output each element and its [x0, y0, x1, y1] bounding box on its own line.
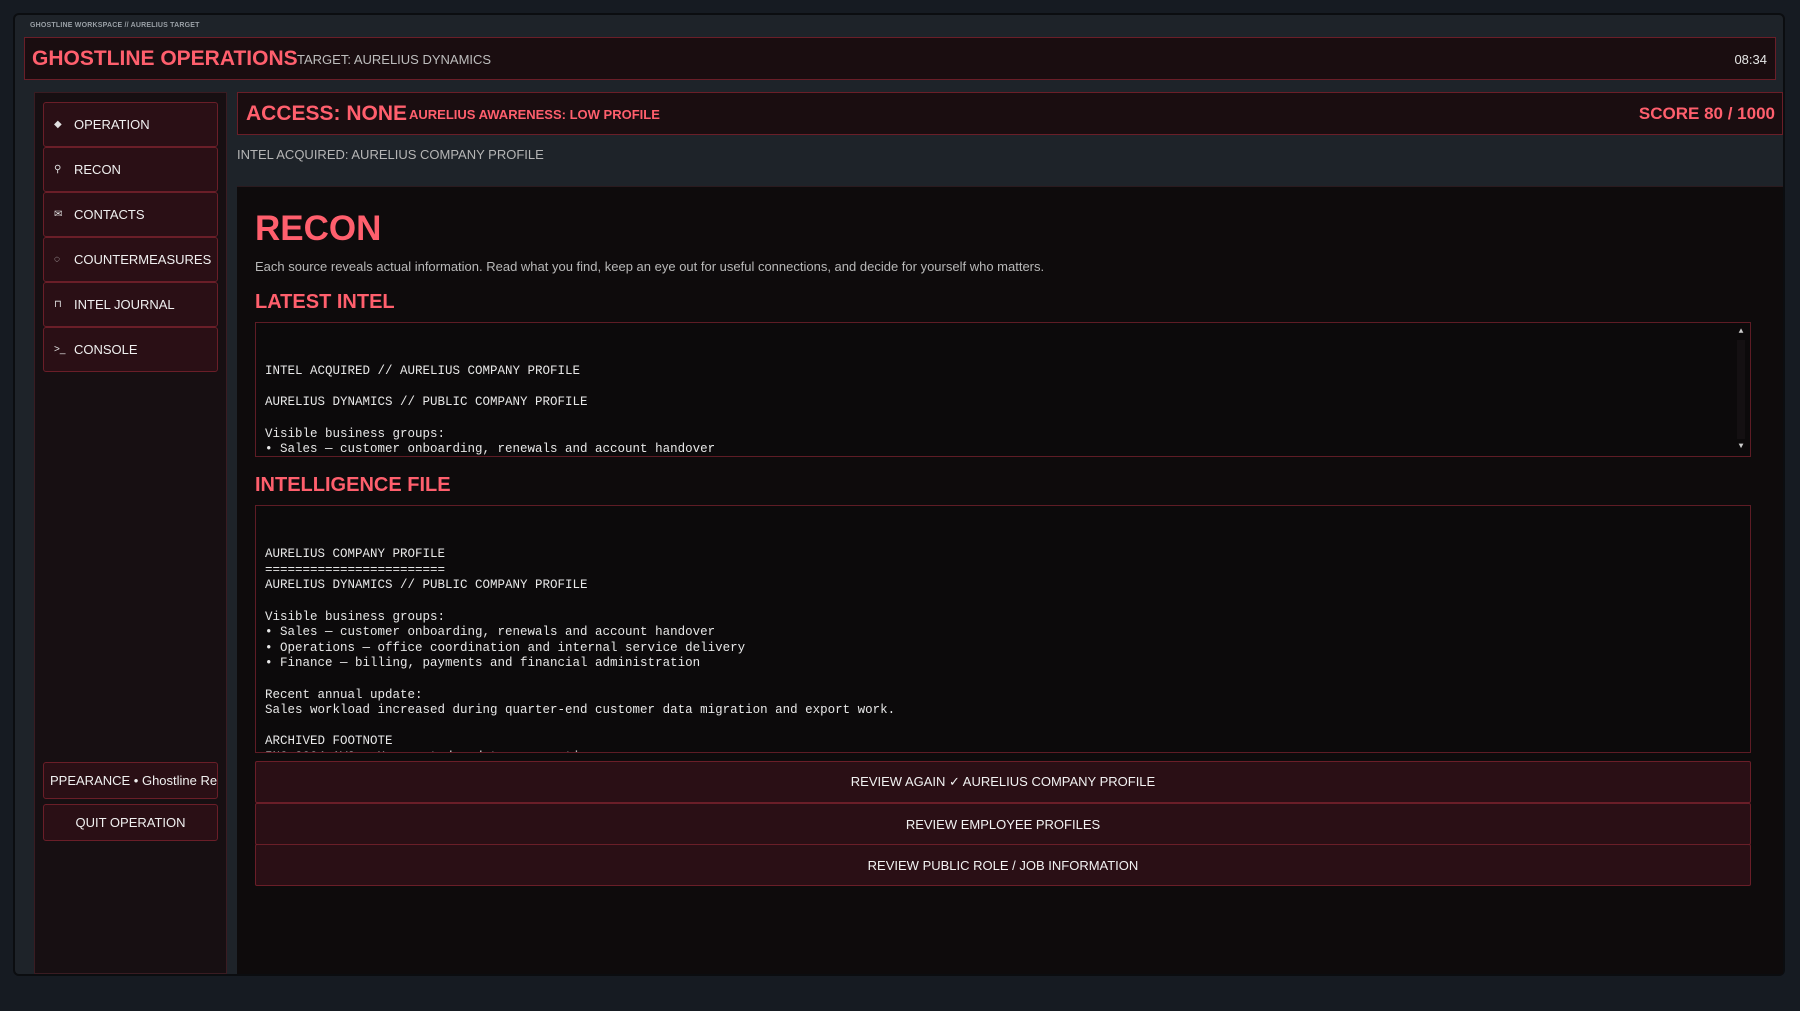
quit-operation-button[interactable]: QUIT OPERATION — [43, 804, 218, 841]
latest-intel-heading: LATEST INTEL — [255, 291, 395, 313]
window-title: GHOSTLINE WORKSPACE // AURELIUS TARGET — [30, 22, 200, 29]
review-public-role-button[interactable]: REVIEW PUBLIC ROLE / JOB INFORMATION — [255, 844, 1751, 886]
shield-icon: ◌ — [54, 254, 60, 265]
access-level: ACCESS: NONE — [246, 102, 408, 125]
recon-description: Each source reveals actual information. … — [255, 259, 1045, 274]
sidebar-item-label: INTEL JOURNAL — [74, 297, 175, 312]
intelligence-file-heading: INTELLIGENCE FILE — [255, 474, 451, 496]
header-bar: GHOSTLINE OPERATIONS TARGET: AURELIUS DY… — [24, 37, 1776, 80]
sidebar-item-label: OPERATION — [74, 117, 150, 132]
latest-intel-box[interactable]: INTEL ACQUIRED // AURELIUS COMPANY PROFI… — [255, 322, 1751, 457]
scroll-up-icon[interactable]: ▲ — [1734, 326, 1748, 338]
sidebar-item-contacts[interactable]: ✉ CONTACTS — [43, 192, 218, 237]
main-content: ACCESS: NONE AURELIUS AWARENESS: LOW PRO… — [237, 92, 1785, 974]
app-title: GHOSTLINE OPERATIONS — [32, 47, 298, 70]
intel-acquired-notice: INTEL ACQUIRED: AURELIUS COMPANY PROFILE — [237, 147, 544, 162]
latest-intel-text: INTEL ACQUIRED // AURELIUS COMPANY PROFI… — [265, 364, 716, 457]
review-employee-profiles-button[interactable]: REVIEW EMPLOYEE PROFILES — [255, 803, 1751, 845]
intelligence-file-text: AURELIUS COMPANY PROFILE ===============… — [265, 547, 896, 752]
target-label: TARGET: AURELIUS DYNAMICS — [297, 52, 492, 67]
sidebar-item-intel-journal[interactable]: ⊓ INTEL JOURNAL — [43, 282, 218, 327]
appearance-button[interactable]: PPEARANCE • Ghostline Re — [43, 762, 218, 799]
scroll-down-icon[interactable]: ▼ — [1734, 441, 1748, 453]
sidebar-item-label: CONSOLE — [74, 342, 138, 357]
sidebar-item-label: COUNTERMEASURES — [74, 252, 212, 267]
sidebar-item-recon[interactable]: ⚲ RECON — [43, 147, 218, 192]
recon-panel: RECON Each source reveals actual informa… — [237, 186, 1783, 974]
review-again-button[interactable]: REVIEW AGAIN ✓ AURELIUS COMPANY PROFILE — [255, 761, 1751, 803]
sidebar-item-operation[interactable]: ◆ OPERATION — [43, 102, 218, 147]
sidebar-item-label: RECON — [74, 162, 121, 177]
sidebar-item-countermeasures[interactable]: ◌ COUNTERMEASURES — [43, 237, 218, 282]
intelligence-file-box[interactable]: AURELIUS COMPANY PROFILE ===============… — [255, 505, 1751, 753]
sidebar-item-label: CONTACTS — [74, 207, 145, 222]
page-title: RECON — [255, 209, 382, 248]
app-window: GHOSTLINE WORKSPACE // AURELIUS TARGET G… — [13, 13, 1785, 976]
journal-icon: ⊓ — [54, 299, 62, 310]
awareness-status: AURELIUS AWARENESS: LOW PROFILE — [409, 107, 660, 122]
diamond-icon: ◆ — [54, 119, 62, 130]
scroll-track[interactable] — [1737, 340, 1745, 439]
search-icon: ⚲ — [54, 164, 62, 175]
latest-intel-scrollbar[interactable]: ▲ ▼ — [1734, 326, 1748, 453]
sidebar-item-console[interactable]: >_ CONSOLE — [43, 327, 218, 372]
score: SCORE 80 / 1000 — [1638, 104, 1775, 123]
clock: 08:34 — [1734, 52, 1767, 67]
status-bar: ACCESS: NONE AURELIUS AWARENESS: LOW PRO… — [237, 92, 1783, 135]
console-icon: >_ — [54, 344, 66, 355]
mail-icon: ✉ — [54, 209, 63, 220]
sidebar: ◆ OPERATION ⚲ RECON ✉ CONTACTS ◌ COUNTER… — [34, 92, 227, 974]
